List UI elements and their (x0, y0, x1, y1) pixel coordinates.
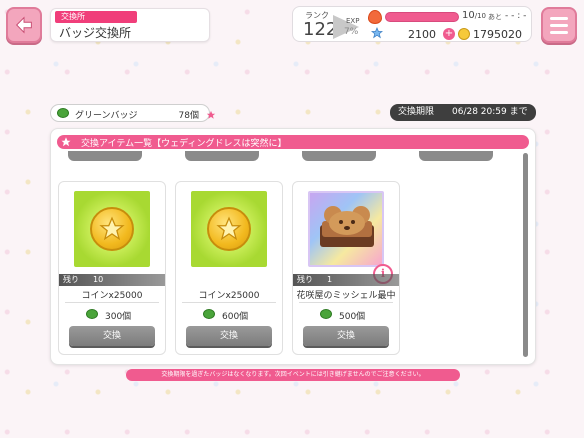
exchange-item-card[interactable]: コインx25000 600個 交換 (175, 181, 283, 355)
previous-row-exchange-button[interactable] (68, 151, 142, 161)
divider (299, 302, 393, 303)
star-icon (59, 135, 73, 149)
item-thumbnail (191, 191, 267, 267)
green-badge-icon (320, 309, 332, 319)
exp-percent: 7% (344, 27, 359, 37)
item-price: 600個 (222, 312, 249, 322)
item-name: コインx25000 (198, 291, 260, 301)
recovery-label: あと (488, 13, 502, 21)
coin-count: 1795020 (473, 28, 522, 41)
page-title-box: 交換所 バッジ交換所 (50, 8, 210, 42)
green-badge-icon (57, 108, 69, 118)
exchange-period: 交換期限 06/28 20:59 まで (390, 104, 536, 121)
monaka-sweet-icon (320, 206, 374, 247)
back-button[interactable] (6, 7, 42, 43)
notice-banner: 交換期限を過ぎたバッジはなくなります。次回イベントには引き継げませんのでご注意く… (126, 369, 460, 381)
exchange-item-panel: 交換アイテム一覧【ウェディングドレスは突然に】 残り 10 コインx25000 … (50, 128, 536, 365)
remaining-value: 1 (327, 275, 333, 284)
live-boost-value: 10/10 (462, 10, 486, 21)
menu-bar-icon (550, 16, 568, 20)
exchange-item-card[interactable]: i 残り 1 花咲屋のミッシェル最中 500個 交換 (292, 181, 400, 355)
player-status: ランク 122 EXP 7% 10/10 あと - - : - 2100 + 1… (292, 6, 532, 42)
item-price: 300個 (105, 312, 132, 322)
remaining-label: 残り (63, 275, 79, 284)
remaining-label: 残り (297, 275, 313, 284)
previous-row-exchange-button[interactable] (302, 151, 376, 161)
arrow-left-icon (16, 16, 32, 34)
divider (182, 302, 276, 303)
badge-name: グリーンバッジ (75, 111, 138, 121)
scrollbar[interactable] (523, 153, 528, 357)
previous-row-exchange-button[interactable] (185, 151, 259, 161)
item-thumbnail (308, 191, 384, 267)
item-thumbnail (74, 191, 150, 267)
remaining-stock: 残り 1 (293, 274, 399, 286)
green-badge-icon (203, 309, 215, 319)
star-decoration-icon (206, 110, 216, 119)
page-title: バッジ交換所 (59, 26, 132, 40)
live-boost-current: 10 (462, 10, 475, 21)
previous-row-exchange-button[interactable] (419, 151, 493, 161)
green-badge-icon (86, 309, 98, 319)
coin-icon (90, 207, 134, 251)
page-category-tag: 交換所 (55, 11, 137, 23)
divider (65, 302, 159, 303)
remaining-value: 10 (93, 275, 104, 284)
star-icon (216, 216, 242, 241)
coin-icon (458, 28, 470, 40)
item-name: 花咲屋のミッシェル最中 (296, 291, 396, 301)
badge-count: 78個 (178, 111, 199, 121)
star-icon (99, 216, 125, 241)
fire-icon (368, 10, 382, 24)
panel-title: 交換アイテム一覧【ウェディングドレスは突然に】 (81, 139, 287, 149)
panel-title-bar: 交換アイテム一覧【ウェディングドレスは突然に】 (57, 135, 529, 149)
period-label: 交換期限 (398, 107, 435, 117)
item-name: コインx25000 (81, 291, 143, 301)
star-gem-icon (371, 27, 383, 39)
exchange-item-card[interactable]: 残り 10 コインx25000 300個 交換 (58, 181, 166, 355)
star-gem-count: 2100 (408, 28, 436, 41)
scroll-thumb[interactable] (523, 153, 528, 357)
remaining-stock: 残り 10 (59, 274, 165, 286)
live-boost-bar (385, 12, 459, 22)
live-boost-max: /10 (474, 12, 486, 20)
recovery-time: - - : - (505, 11, 527, 21)
exp-label: EXP (346, 17, 360, 25)
badge-holdings: グリーンバッジ 78個 (50, 104, 210, 122)
menu-button[interactable] (541, 7, 577, 43)
menu-bar-icon (550, 30, 568, 34)
coin-icon (207, 207, 251, 251)
exchange-button[interactable]: 交換 (186, 326, 272, 346)
exchange-button[interactable]: 交換 (69, 326, 155, 346)
item-price: 500個 (339, 312, 366, 322)
period-value: 06/28 20:59 まで (452, 107, 528, 117)
menu-bar-icon (550, 23, 568, 27)
exchange-button[interactable]: 交換 (303, 326, 389, 346)
add-stars-button[interactable]: + (443, 28, 455, 40)
